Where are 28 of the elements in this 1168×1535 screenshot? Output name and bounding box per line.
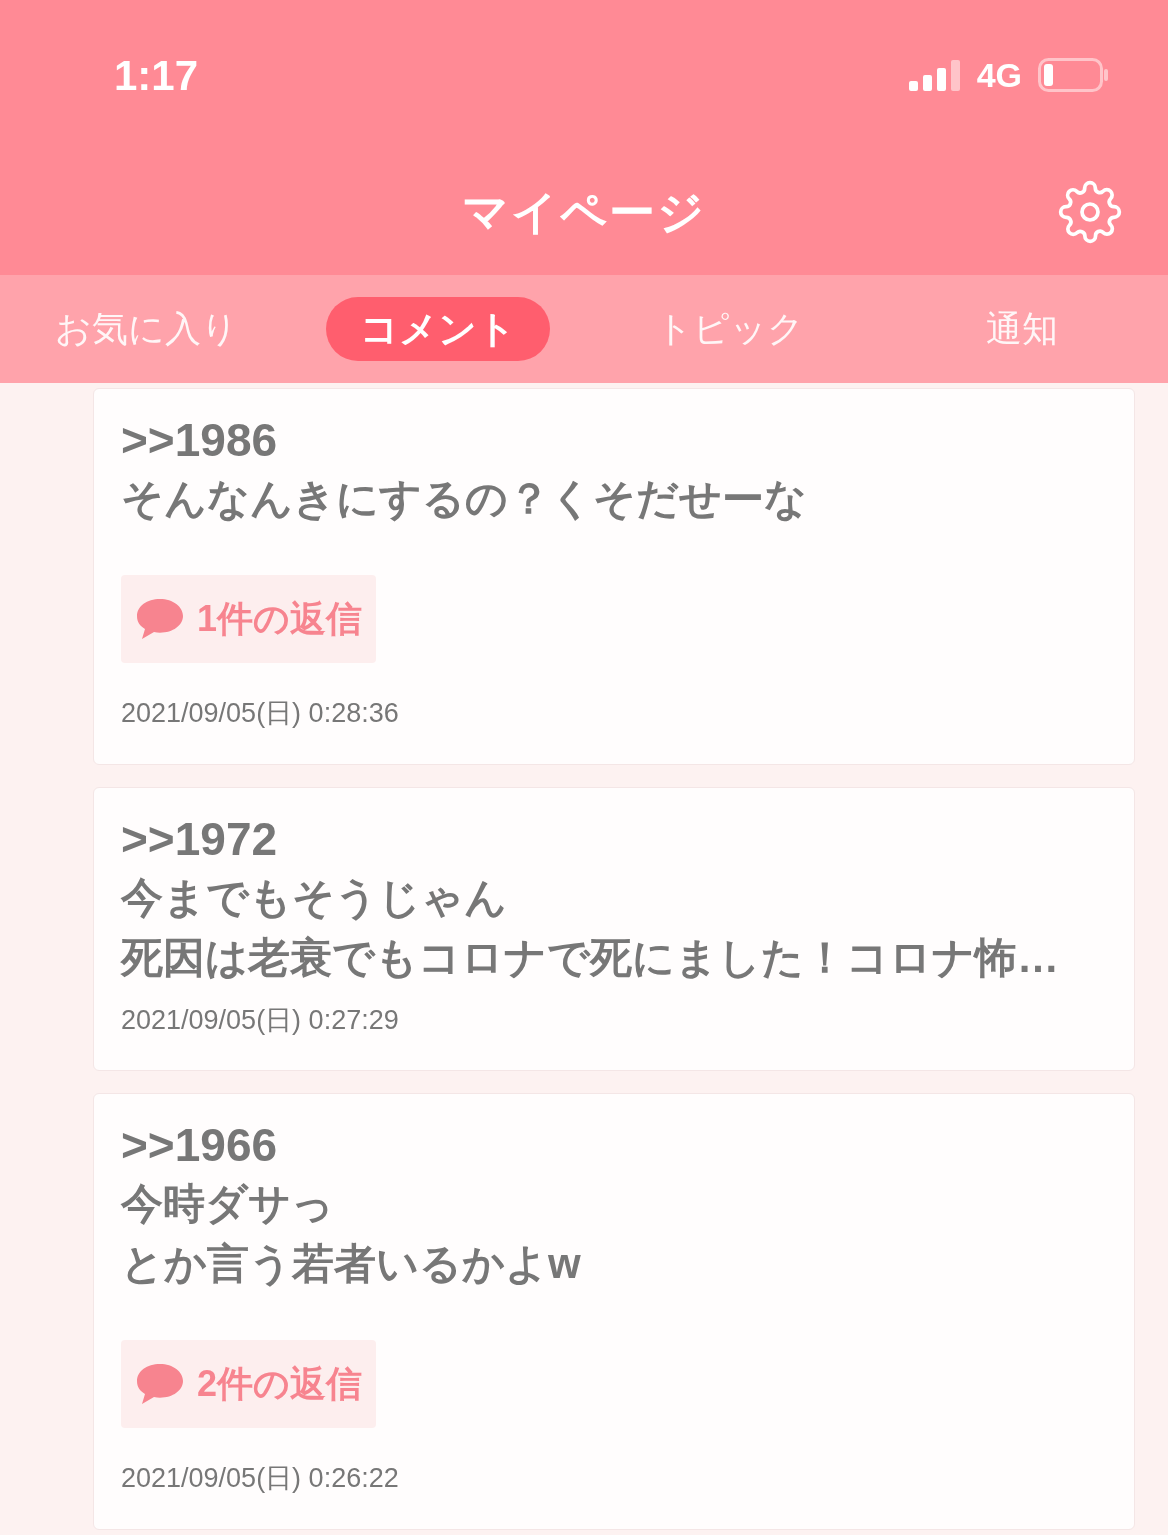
tab[interactable]: お気に入り bbox=[34, 297, 258, 361]
comment-text: 死因は老衰でもコロナで死にました！コロナ怖… bbox=[121, 932, 1059, 983]
tab[interactable]: コメント bbox=[326, 297, 550, 361]
comment-text: とか言う若者いるかよw bbox=[121, 1239, 581, 1289]
comment-date: 2021/09/05(日) 0:28:36 bbox=[121, 697, 399, 730]
comment-card[interactable]: >>1966 今時ダサっ とか言う若者いるかよw 2件の返信 2021/09/05(日) 0:26:22 bbox=[93, 1093, 1135, 1530]
tab[interactable]: トピック bbox=[636, 297, 824, 361]
reply-anchor: >>1986 bbox=[121, 413, 278, 468]
reply-anchor: >>1972 bbox=[121, 811, 278, 867]
comment-card[interactable]: >>1986 そんなんきにするの？くそだせーな 1件の返信 2021/09/05(日) 0:28:36 bbox=[93, 388, 1135, 765]
comment-text: 今までもそうじゃん bbox=[121, 872, 507, 923]
signal-icon bbox=[908, 59, 961, 91]
replies-button[interactable]: 1件の返信 bbox=[121, 575, 377, 663]
comment-date: 2021/09/05(日) 0:27:29 bbox=[121, 1003, 399, 1037]
replies-button[interactable]: 2件の返信 bbox=[121, 1340, 377, 1428]
comment-text: そんなんきにするの？くそだせーな bbox=[121, 474, 807, 524]
reply-anchor: >>1966 bbox=[121, 1118, 278, 1173]
status-time: 1:17 bbox=[114, 50, 199, 101]
page-title: マイページ bbox=[462, 185, 706, 240]
comment-text: 今時ダサっ bbox=[121, 1179, 334, 1229]
settings-icon[interactable] bbox=[1058, 180, 1122, 244]
tab[interactable]: 通知 bbox=[966, 297, 1078, 361]
comment-date: 2021/09/05(日) 0:26:22 bbox=[121, 1462, 399, 1495]
network-label: 4G bbox=[976, 54, 1022, 96]
speech-bubble-icon bbox=[135, 1362, 185, 1406]
battery-icon bbox=[1038, 58, 1108, 92]
speech-bubble-icon bbox=[135, 597, 185, 641]
comment-card[interactable]: >>1972 今までもそうじゃん 死因は老衰でもコロナで死にました！コロナ怖… 2021/09/05(日) 0:27:29 bbox=[93, 786, 1135, 1071]
